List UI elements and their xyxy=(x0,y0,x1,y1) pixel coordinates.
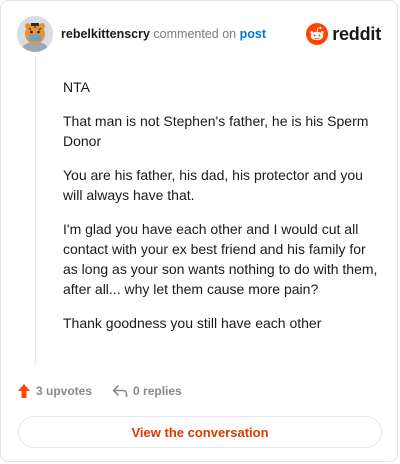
comment-paragraph: I'm glad you have each other and I would… xyxy=(63,221,378,297)
comment-header: rebelkittenscry commented on post reddit xyxy=(17,15,381,53)
comment-meta: rebelkittenscry commented on post xyxy=(61,27,266,41)
upvote-button[interactable]: 3 upvotes xyxy=(17,383,92,399)
comment-body: NTA That man is not Stephen's father, he… xyxy=(63,77,383,347)
reddit-wordmark: reddit xyxy=(332,23,381,44)
tiger-avatar-icon xyxy=(17,16,53,52)
username[interactable]: rebelkittenscry xyxy=(61,27,150,41)
reply-icon xyxy=(112,385,128,398)
view-conversation-button[interactable]: View the conversation xyxy=(18,416,382,448)
reddit-brand[interactable]: reddit xyxy=(306,23,381,45)
post-link[interactable]: post xyxy=(240,27,266,41)
comment-card: rebelkittenscry commented on post reddit… xyxy=(0,0,398,462)
reply-button[interactable]: 0 replies xyxy=(112,384,182,398)
thread-line xyxy=(35,57,36,365)
comment-actions: 3 upvotes 0 replies xyxy=(17,383,182,399)
upvote-count: 3 upvotes xyxy=(36,384,93,398)
comment-paragraph: You are his father, his dad, his protect… xyxy=(63,167,363,203)
upvote-arrow-icon xyxy=(18,384,30,398)
reply-count: 0 replies xyxy=(133,384,182,398)
reddit-logo-icon xyxy=(306,23,329,45)
comment-paragraph: Thank goodness you still have each other xyxy=(63,315,322,331)
avatar[interactable] xyxy=(17,16,53,52)
comment-paragraph: NTA xyxy=(63,79,90,95)
action-text: commented on xyxy=(153,27,237,41)
comment-paragraph: That man is not Stephen's father, he is … xyxy=(63,113,369,149)
